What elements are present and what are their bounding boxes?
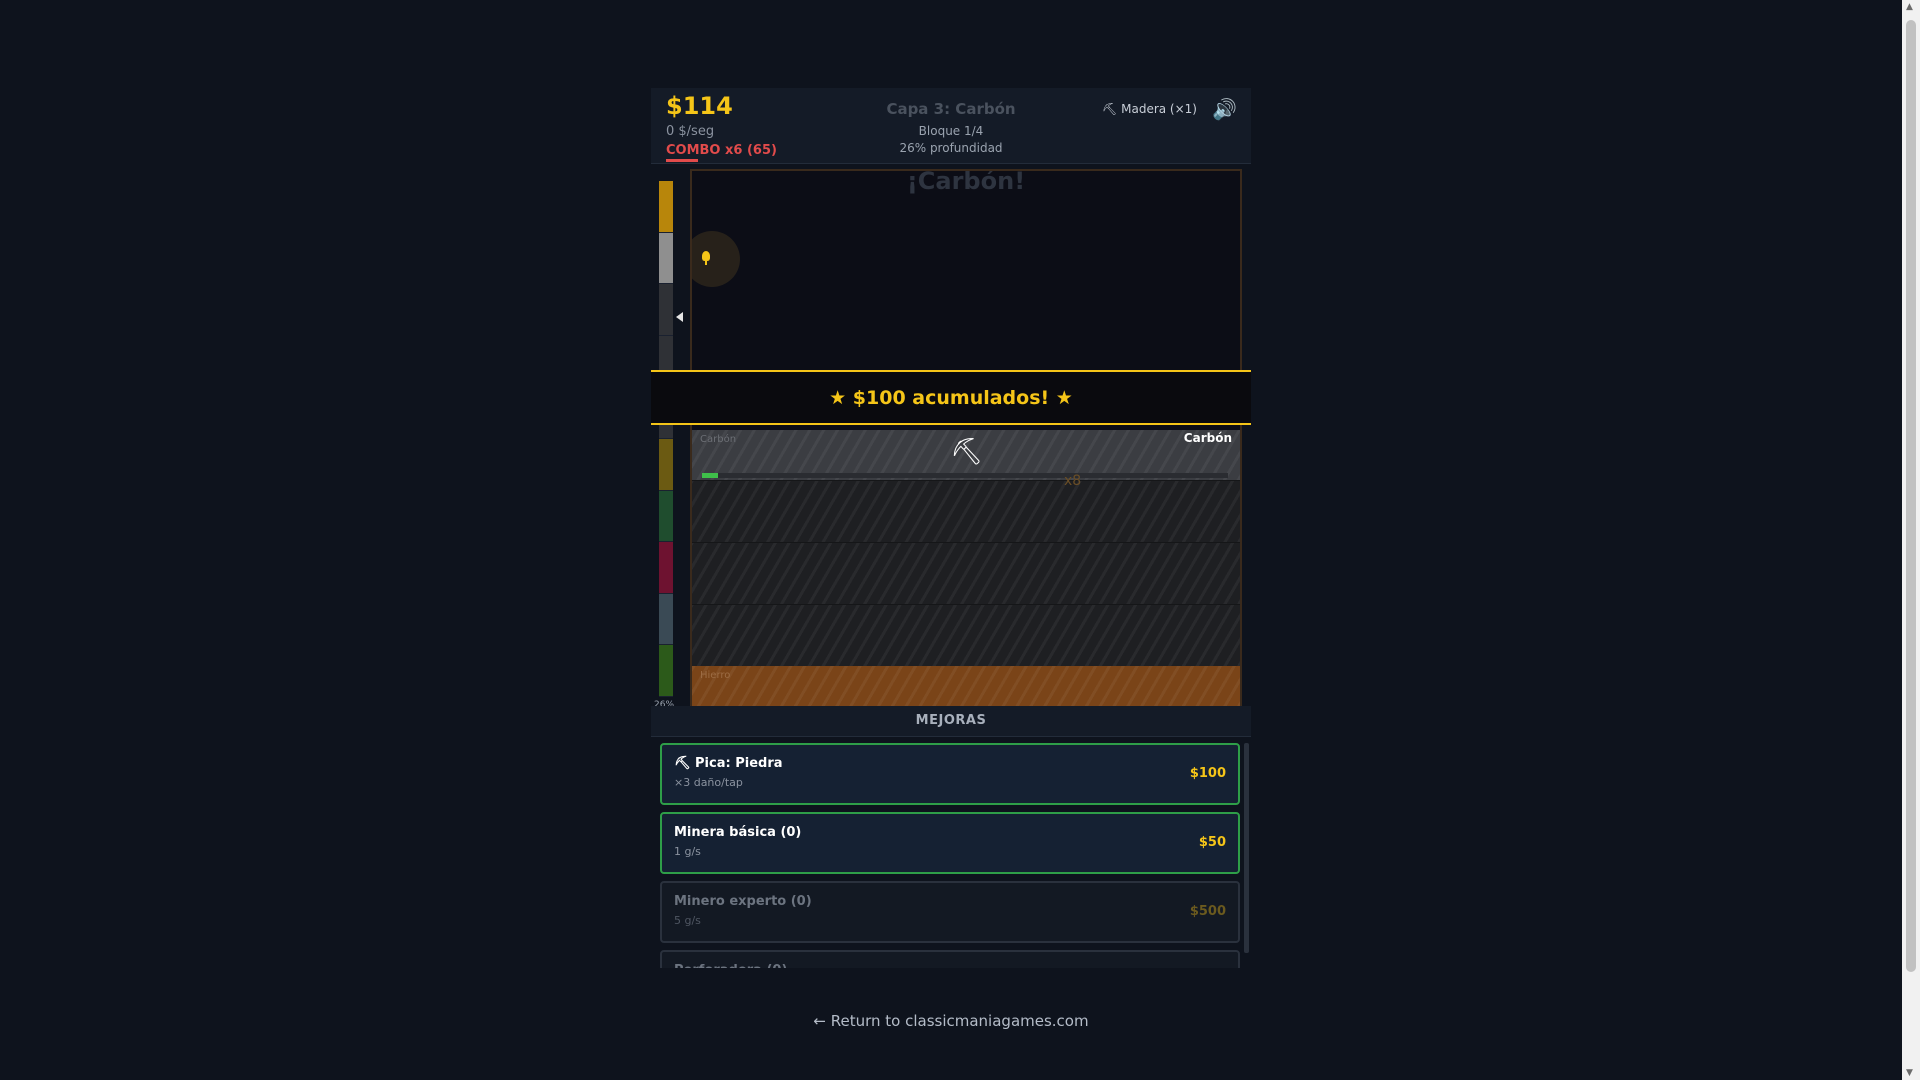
combo-multiplier-popup: x8 — [1064, 473, 1082, 489]
upgrade-item[interactable]: Perforadora (0) — [660, 950, 1240, 968]
current-tool: ⛏ Madera (×1) — [1102, 102, 1197, 116]
block-label: Hierro — [700, 670, 731, 681]
sound-toggle-icon[interactable]: 🔊 — [1212, 97, 1237, 121]
upgrade-name: Minero experto (0) — [674, 894, 812, 909]
scroll-up-arrow-icon[interactable]: ▲ — [1906, 2, 1913, 12]
scroll-down-arrow-icon[interactable]: ▼ — [1906, 1068, 1913, 1078]
block-iron: Hierro — [692, 666, 1240, 707]
depth-meter-segment — [659, 542, 673, 593]
return-link[interactable]: ← Return to classicmaniagames.com — [0, 1012, 1902, 1030]
lamp-stem — [705, 259, 707, 265]
upgrade-description: 1 g/s — [674, 845, 701, 858]
upgrade-cost: $500 — [1189, 904, 1226, 919]
block-counter: Bloque 1/4 — [918, 124, 984, 138]
depth-meter-segment — [659, 439, 673, 490]
depth-marker-icon — [676, 312, 683, 322]
upgrade-description: 5 g/s — [674, 914, 701, 927]
combo-timer-bar — [666, 159, 698, 162]
upgrade-item[interactable]: ⛏ Pica: Piedra ×3 daño/tap $100 — [660, 743, 1240, 805]
mine-shaft[interactable]: ¡Carbón! Carbón Carbón ⛏ Hierro x8 — [690, 169, 1242, 707]
upgrade-name: Minera básica (0) — [674, 825, 802, 840]
lamp-glow — [692, 231, 740, 287]
upgrade-item[interactable]: Minero experto (0) 5 g/s $500 — [660, 881, 1240, 943]
depth-percent: 26% profundidad — [899, 141, 1003, 155]
upgrade-name: Perforadora (0) — [674, 963, 787, 968]
block-hp-fill — [702, 473, 718, 478]
upgrade-cost: $50 — [1198, 835, 1226, 850]
upgrades-scrollbar[interactable] — [1244, 743, 1249, 953]
upgrade-name: ⛏ Pica: Piedra — [674, 756, 783, 771]
layer-splash-text: ¡Carbón! — [906, 169, 1026, 195]
block-type-label: Carbón — [1183, 431, 1232, 445]
block-coal — [692, 604, 1240, 667]
page-scrollbar[interactable]: ▲ ▼ — [1902, 0, 1920, 1080]
upgrades-header: MEJORAS — [651, 706, 1251, 737]
block-label: Carbón — [700, 434, 737, 445]
active-block-coal[interactable]: Carbón Carbón ⛏ — [692, 430, 1240, 480]
game-container: $114 0 $/seg COMBO x6 (65) Capa 3: Carbó… — [651, 88, 1251, 968]
upgrade-description: ×3 daño/tap — [674, 776, 743, 789]
depth-meter-segment — [659, 181, 673, 232]
milestone-banner: ★ $100 acumulados! ★ — [651, 370, 1251, 425]
block-coal — [692, 480, 1240, 543]
depth-meter-segment — [659, 284, 673, 335]
block-coal — [692, 542, 1240, 605]
depth-meter-segment — [659, 593, 673, 645]
scrollbar-thumb[interactable] — [1906, 20, 1916, 972]
pickaxe-icon: ⛏ — [950, 437, 984, 467]
block-hp-bar — [702, 473, 1228, 478]
hud-bar: $114 0 $/seg COMBO x6 (65) Capa 3: Carbó… — [651, 88, 1251, 164]
upgrades-list: ⛏ Pica: Piedra ×3 daño/tap $100 Minera bási… — [660, 743, 1242, 968]
depth-meter-segment — [659, 232, 673, 284]
depth-meter-segment — [659, 645, 673, 696]
depth-meter-segment — [659, 490, 673, 542]
upgrade-cost: $100 — [1189, 766, 1226, 781]
upgrade-item[interactable]: Minera básica (0) 1 g/s $50 — [660, 812, 1240, 874]
depth-meter — [659, 181, 673, 697]
